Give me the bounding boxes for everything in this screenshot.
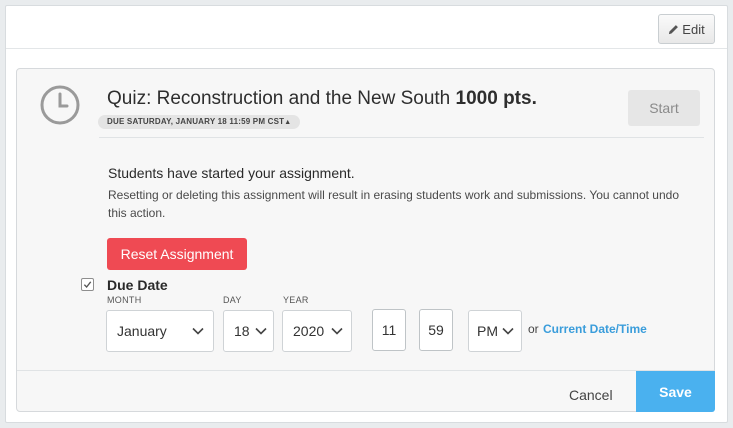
day-label: DAY — [223, 295, 242, 305]
due-date-pill[interactable]: DUE SATURDAY, JANUARY 18 11:59 PM CST▲ — [98, 115, 301, 129]
day-value: 18 — [234, 323, 250, 339]
month-label: MONTH — [107, 295, 142, 305]
divider — [99, 137, 704, 138]
edit-label: Edit — [682, 21, 705, 37]
pencil-icon — [669, 24, 679, 34]
assignment-points: 1000 pts. — [455, 88, 537, 109]
current-date-time-link[interactable]: Current Date/Time — [543, 322, 647, 336]
hour-input[interactable]: 11 — [372, 309, 406, 351]
save-button[interactable]: Save — [636, 371, 715, 412]
assignment-card: Quiz: Reconstruction and the New South 1… — [16, 68, 715, 412]
chevron-down-icon — [502, 327, 514, 335]
assignment-title-text: Quiz: Reconstruction and the New South — [107, 88, 451, 109]
checkmark-icon — [83, 281, 92, 289]
chevron-down-icon — [192, 327, 204, 335]
notice-heading: Students have started your assignment. — [108, 165, 355, 181]
hour-value: 11 — [381, 322, 397, 338]
start-label: Start — [649, 100, 679, 116]
ampm-select[interactable]: PM — [468, 310, 522, 352]
edit-button[interactable]: Edit — [658, 14, 715, 44]
day-select[interactable]: 18 — [223, 310, 274, 352]
chevron-down-icon — [255, 327, 267, 335]
month-value: January — [117, 323, 167, 339]
start-button[interactable]: Start — [628, 90, 700, 126]
ampm-value: PM — [477, 323, 498, 339]
chevron-down-icon — [331, 327, 343, 335]
caret-up-icon: ▲ — [284, 119, 292, 126]
minute-input[interactable]: 59 — [419, 309, 453, 351]
minute-value: 59 — [428, 322, 444, 338]
reset-assignment-button[interactable]: Reset Assignment — [107, 238, 247, 270]
year-label: YEAR — [283, 295, 309, 305]
notice-body: Resetting or deleting this assignment wi… — [108, 188, 679, 220]
year-value: 2020 — [293, 323, 325, 339]
month-select[interactable]: January — [106, 310, 214, 352]
due-date-checkbox[interactable] — [81, 278, 94, 291]
cancel-button[interactable]: Cancel — [569, 387, 613, 403]
due-pill-text: DUE SATURDAY, JANUARY 18 11:59 PM CST — [107, 117, 285, 126]
save-label: Save — [659, 383, 692, 400]
divider — [17, 370, 714, 371]
clock-icon — [40, 85, 80, 125]
year-select[interactable]: 2020 — [282, 310, 352, 352]
reset-label: Reset Assignment — [120, 246, 234, 262]
divider — [6, 48, 727, 49]
assignment-title: Quiz: Reconstruction and the New South 1… — [107, 88, 537, 110]
due-date-label: Due Date — [107, 277, 168, 293]
or-text: or — [528, 322, 539, 336]
assignment-panel: Edit Quiz: Reconstruction and the New So… — [5, 5, 728, 423]
